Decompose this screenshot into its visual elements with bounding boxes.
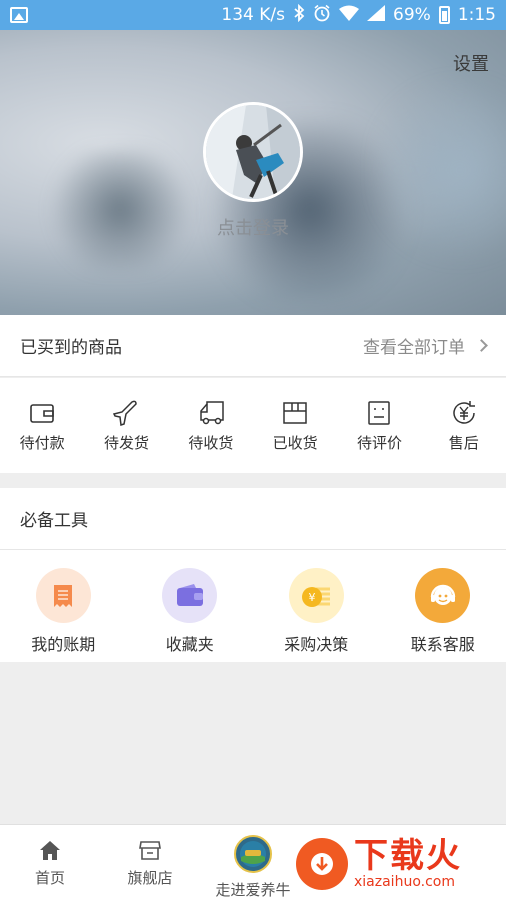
signal-icon bbox=[367, 4, 386, 26]
tab-flagship-store[interactable]: 旗舰店 bbox=[100, 825, 200, 900]
folder-icon bbox=[162, 568, 218, 623]
background-blur bbox=[40, 150, 200, 270]
view-all-orders-label: 查看全部订单 bbox=[363, 338, 465, 358]
tool-my-billing[interactable]: 我的账期 bbox=[0, 550, 127, 662]
order-status-to-ship[interactable]: 待发货 bbox=[84, 378, 168, 473]
flame-download-icon bbox=[296, 838, 348, 890]
view-all-orders-link[interactable]: 查看全部订单 bbox=[363, 333, 488, 358]
tool-purchase-decision[interactable]: ¥ 采购决策 bbox=[253, 550, 380, 662]
box-icon bbox=[283, 402, 307, 424]
order-status-label: 售后 bbox=[448, 434, 479, 452]
bill-icon bbox=[35, 568, 91, 623]
coin-icon: ¥ bbox=[288, 568, 344, 623]
clock-time: 1:15 bbox=[457, 5, 496, 25]
tool-label: 我的账期 bbox=[31, 635, 96, 654]
chevron-right-icon bbox=[475, 339, 488, 352]
tool-label: 收藏夹 bbox=[165, 635, 214, 654]
orders-title: 已买到的商品 bbox=[20, 338, 122, 358]
order-status-label: 已收货 bbox=[272, 434, 318, 452]
background-blur bbox=[380, 70, 506, 270]
network-speed: 134 K/s bbox=[221, 5, 286, 25]
order-status-to-receive[interactable]: 待收货 bbox=[169, 378, 253, 473]
tab-label: 旗舰店 bbox=[127, 869, 173, 887]
tab-home[interactable]: 首页 bbox=[0, 825, 100, 900]
login-prompt[interactable]: 点击登录 bbox=[0, 214, 506, 240]
order-status-label: 待收货 bbox=[188, 434, 234, 452]
store-icon bbox=[139, 841, 161, 860]
order-status-after-sales[interactable]: 售后 bbox=[422, 378, 506, 473]
headset-icon bbox=[415, 568, 471, 623]
tool-favorites[interactable]: 收藏夹 bbox=[127, 550, 254, 662]
avatar[interactable] bbox=[203, 102, 303, 202]
brand-badge-icon bbox=[234, 835, 272, 873]
tools-row: 我的账期 收藏夹 ¥ 采购决策 联系客服 bbox=[0, 550, 506, 662]
watermark-url: xiazaihuo.com bbox=[354, 874, 455, 890]
settings-button[interactable]: 设置 bbox=[453, 50, 489, 76]
bluetooth-icon bbox=[293, 3, 305, 27]
status-bar: 134 K/s 69% 1:15 bbox=[0, 0, 506, 30]
orders-section-header: 已买到的商品 查看全部订单 bbox=[0, 315, 506, 377]
order-status-label: 待评价 bbox=[356, 434, 402, 452]
tab-label: 走进爱养牛 bbox=[215, 881, 291, 899]
order-status-label: 待付款 bbox=[19, 434, 65, 452]
tab-label: 首页 bbox=[34, 869, 65, 887]
plane-icon bbox=[113, 400, 138, 427]
watermark: 下载火 xiazaihuo.com bbox=[296, 828, 506, 900]
order-status-to-review[interactable]: 待评价 bbox=[337, 378, 421, 473]
tools-section-header: 必备工具 bbox=[0, 488, 506, 550]
order-status-label: 待发货 bbox=[103, 434, 149, 452]
battery-icon bbox=[438, 6, 450, 24]
tools-title: 必备工具 bbox=[20, 511, 88, 531]
wallet-icon bbox=[30, 404, 54, 423]
yuan-refresh-icon bbox=[453, 401, 475, 424]
order-status-row: 待付款 待发货 待收货 已收货 待评价 售后 bbox=[0, 378, 506, 473]
watermark-title: 下载火 bbox=[354, 836, 462, 876]
wifi-icon bbox=[339, 5, 360, 26]
home-icon bbox=[40, 841, 60, 860]
truck-icon bbox=[200, 401, 224, 425]
tool-label: 采购决策 bbox=[284, 635, 349, 654]
order-status-received[interactable]: 已收货 bbox=[253, 378, 337, 473]
tool-label: 联系客服 bbox=[410, 635, 475, 654]
alarm-icon bbox=[313, 4, 331, 27]
tab-about-brand[interactable]: 走进爱养牛 bbox=[200, 825, 306, 900]
tool-contact-support[interactable]: 联系客服 bbox=[380, 550, 506, 662]
battery-percent: 69% bbox=[393, 5, 431, 25]
order-status-pending-payment[interactable]: 待付款 bbox=[0, 378, 84, 473]
review-icon bbox=[368, 401, 391, 425]
svg-text:¥: ¥ bbox=[309, 591, 316, 604]
image-notification-icon bbox=[10, 7, 28, 23]
profile-header: 设置 点击登录 bbox=[0, 30, 506, 315]
